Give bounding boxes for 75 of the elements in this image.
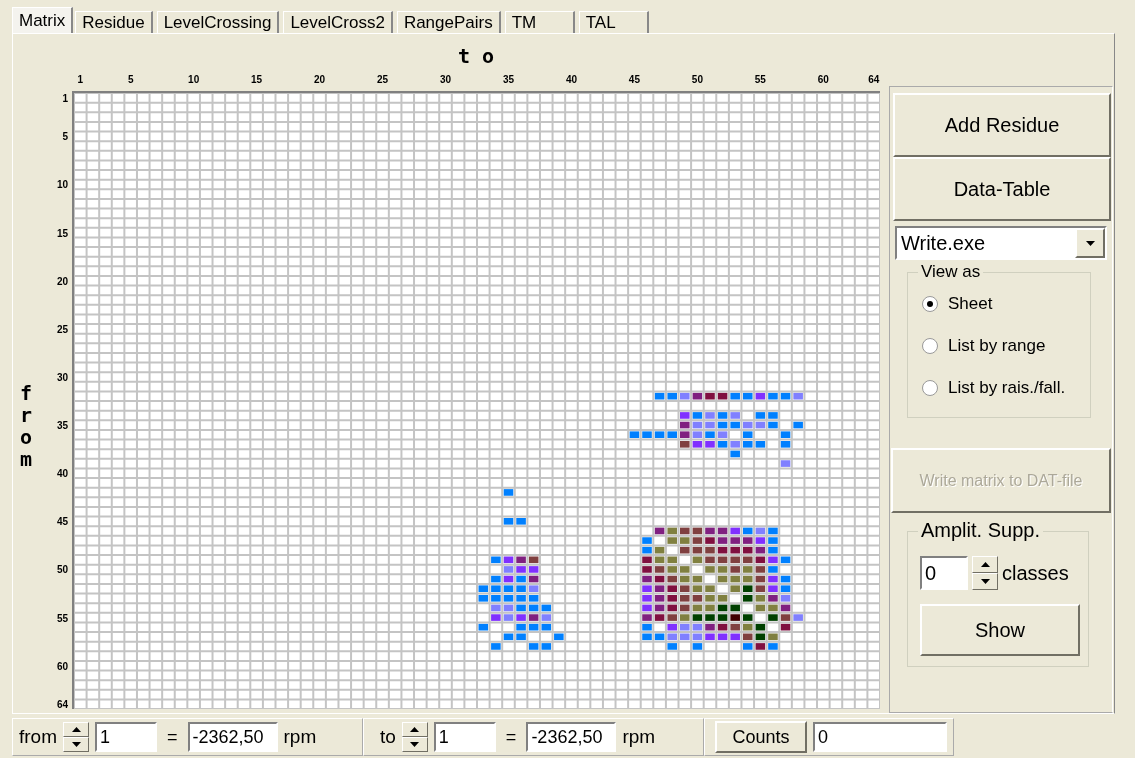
dropdown-arrow-icon (1085, 240, 1095, 246)
spin-up-button[interactable] (401, 722, 428, 737)
radio-button[interactable] (922, 338, 938, 354)
axis-label: 45 (628, 74, 640, 85)
axis-label: 40 (56, 467, 68, 479)
spin-down-button[interactable] (63, 737, 89, 752)
axis-label: 1 (77, 74, 84, 85)
unit-label: classes (1002, 561, 1069, 585)
tab[interactable]: Matrix (12, 7, 74, 33)
field-label: from (19, 726, 57, 748)
axis-label: 50 (56, 563, 68, 575)
counts-button[interactable]: Counts (715, 721, 807, 753)
spin-up-button[interactable] (972, 556, 998, 573)
radio-button[interactable] (922, 296, 938, 312)
equals-sign: = (505, 726, 517, 748)
tab[interactable]: TM (504, 11, 575, 33)
axis-label: 40 (565, 74, 577, 85)
down-arrow-icon (71, 742, 81, 747)
spin-up-button[interactable] (63, 722, 89, 737)
down-arrow-icon (410, 742, 420, 747)
axis-label: 15 (56, 227, 68, 239)
show-button[interactable]: Show (920, 604, 1080, 656)
up-arrow-icon (980, 562, 990, 567)
axis-label: 55 (754, 74, 766, 85)
data-table-button[interactable]: Data-Table (893, 157, 1111, 221)
axis-label: 10 (188, 74, 200, 85)
tab[interactable]: Residue (75, 11, 153, 33)
axis-label: 20 (56, 275, 68, 287)
axis-label: 5 (62, 130, 68, 142)
axis-label: 64 (56, 698, 68, 710)
axis-label: 30 (439, 74, 452, 85)
index-field[interactable]: 1 (95, 722, 157, 752)
axis-label: 20 (314, 74, 326, 85)
up-arrow-icon (410, 727, 420, 732)
spin-down-button[interactable] (972, 573, 998, 590)
counts-field[interactable]: 0 (813, 722, 947, 752)
value-field[interactable]: -2362,50 (187, 722, 278, 752)
number-field[interactable]: 0 (920, 556, 968, 590)
unit-label: rpm (283, 726, 317, 748)
down-arrow-icon (980, 579, 990, 584)
axis-label: 45 (56, 515, 68, 527)
axis-label: 15 (251, 74, 263, 85)
axis-label: 60 (56, 660, 68, 672)
axis-label: 60 (817, 74, 829, 85)
group-title: Amplit. Supp. (918, 519, 1043, 542)
equals-sign: = (167, 726, 178, 748)
axis-title: from (20, 382, 34, 470)
axis-label: 50 (691, 74, 703, 85)
axis-label: 30 (56, 371, 68, 383)
axis-label: 55 (56, 612, 68, 624)
unit-label: rpm (622, 726, 656, 748)
axis-label: 25 (377, 74, 389, 85)
tab[interactable]: LevelCrossing (156, 11, 280, 33)
radio-label[interactable]: List by rais./fall. (948, 378, 1066, 398)
axis-label: 5 (127, 74, 134, 85)
radio-label[interactable]: List by range (948, 336, 1046, 356)
spin-down-button[interactable] (401, 737, 428, 752)
index-field[interactable]: 1 (433, 722, 496, 752)
axis-label: 35 (502, 74, 515, 85)
program-dropdown[interactable]: Write.exe (895, 226, 1107, 260)
radio-button[interactable] (922, 380, 938, 396)
axis-label: 1 (62, 92, 68, 104)
add-residue-button[interactable]: Add Residue (893, 93, 1111, 157)
axis-label: 10 (56, 178, 68, 190)
up-arrow-icon (71, 727, 81, 732)
axis-label: 25 (56, 323, 68, 335)
field-label: to (380, 726, 396, 748)
tab[interactable]: RangePairs (396, 11, 501, 33)
tab[interactable]: TAL (578, 11, 649, 33)
value-field[interactable]: -2362,50 (526, 722, 617, 752)
axis-title: t o (456, 44, 496, 68)
axis-label: 64 (868, 74, 880, 85)
axis-label: 35 (56, 419, 68, 431)
tab[interactable]: LevelCross2 (283, 11, 393, 33)
radio-label[interactable]: Sheet (948, 294, 993, 314)
